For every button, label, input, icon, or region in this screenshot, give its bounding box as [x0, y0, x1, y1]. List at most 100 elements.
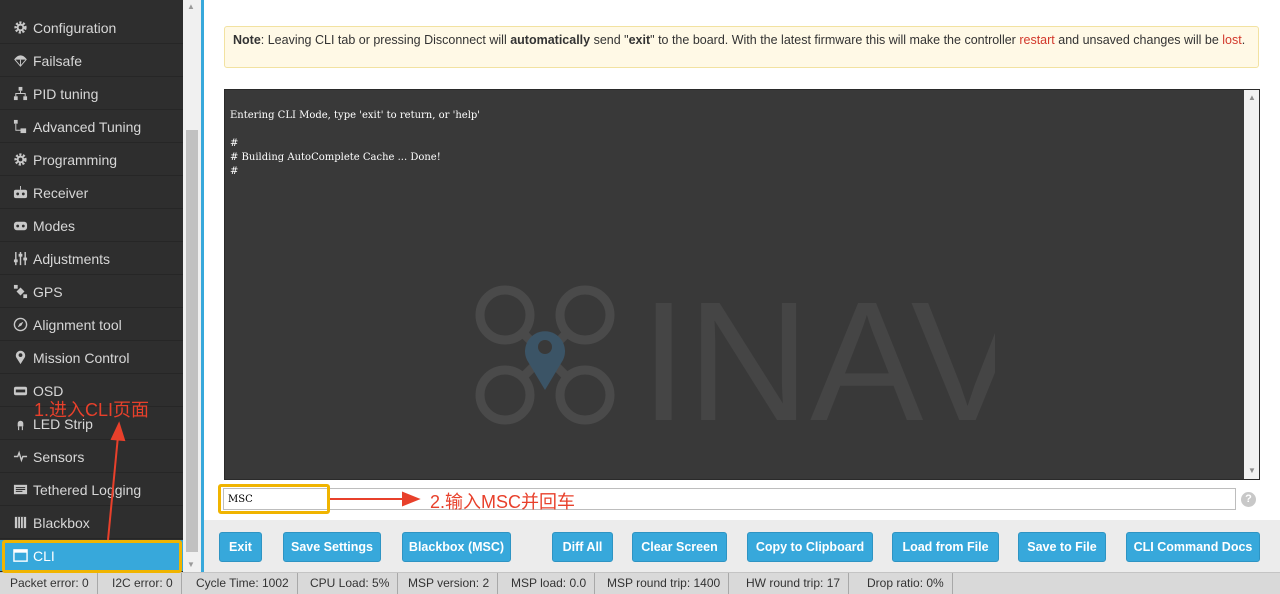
note-text: : Leaving CLI tab or pressing Disconnect…	[260, 33, 511, 47]
sidebar-item-label: Blackbox	[33, 514, 90, 531]
cli-output-window[interactable]: INAV Entering CLI Mode, type 'exit' to r…	[224, 89, 1260, 480]
sidebar-item-label: Receiver	[33, 184, 89, 201]
cli-output-line	[230, 123, 480, 137]
sidebar-item-label: GPS	[33, 283, 63, 300]
cli-output-text: Entering CLI Mode, type 'exit' to return…	[230, 109, 480, 179]
modes-icon	[12, 217, 29, 234]
map-pin-icon	[12, 349, 29, 366]
sidebar-item-label: Tethered Logging	[33, 481, 142, 498]
cli-scrollbar[interactable]: ▲ ▼	[1244, 90, 1259, 479]
sidebar-item-label: Modes	[33, 217, 76, 234]
status-cycle-time: Cycle Time: 1002	[188, 573, 298, 594]
status-drop-ratio: Drop ratio: 0%	[859, 573, 953, 594]
status-msp-version: MSP version: 2	[400, 573, 499, 594]
scroll-up-arrow-icon[interactable]: ▲	[187, 2, 195, 11]
copy-to-clipboard-button[interactable]: Copy to Clipboard	[747, 532, 873, 562]
note-warning-text: restart	[1019, 33, 1055, 47]
note-text: send "	[590, 33, 629, 47]
cli-output-line: #	[230, 166, 239, 177]
sidebar: Configuration Failsafe PID tuning Advanc…	[0, 0, 183, 572]
gear-icon	[12, 19, 29, 36]
advanced-tuning-icon	[12, 118, 29, 135]
sidebar-item-pid-tuning[interactable]: PID tuning	[0, 78, 183, 110]
sidebar-scroll-thumb[interactable]	[186, 130, 198, 552]
clear-screen-button[interactable]: Clear Screen	[632, 532, 727, 562]
note-text: .	[1241, 33, 1246, 47]
sidebar-item-tethered-logging[interactable]: Tethered Logging	[0, 474, 183, 506]
sidebar-item-blackbox[interactable]: Blackbox	[0, 507, 183, 539]
sidebar-item-label: Alignment tool	[33, 316, 122, 333]
satellite-icon	[12, 283, 29, 300]
sidebar-item-label: Advanced Tuning	[33, 118, 142, 135]
tab-divider	[201, 0, 204, 572]
compass-icon	[12, 316, 29, 333]
led-icon	[12, 415, 29, 432]
cli-icon	[12, 547, 29, 564]
pid-icon	[12, 85, 29, 102]
note-warning-text: lost	[1222, 33, 1242, 47]
scroll-down-arrow-icon[interactable]: ▼	[187, 560, 195, 569]
note-text: " to the board. With the latest firmware…	[650, 33, 1020, 47]
load-from-file-button[interactable]: Load from File	[892, 532, 999, 562]
sidebar-item-advanced-tuning[interactable]: Advanced Tuning	[0, 111, 183, 143]
sidebar-scrollbar[interactable]: ▲ ▼	[183, 0, 201, 572]
scroll-down-arrow-icon[interactable]: ▼	[1248, 466, 1256, 475]
sidebar-item-label: CLI	[33, 547, 55, 564]
sidebar-item-configuration[interactable]: Configuration	[0, 12, 183, 44]
status-hw-round-trip: HW round trip: 17	[738, 573, 850, 594]
status-msp-round-trip: MSP round trip: 1400	[599, 573, 730, 594]
cli-note: Note: Leaving CLI tab or pressing Discon…	[224, 26, 1259, 68]
sliders-icon	[12, 250, 29, 267]
exit-button[interactable]: Exit	[219, 532, 262, 562]
status-cpu-load: CPU Load: 5%	[302, 573, 399, 594]
cli-output-line: Entering CLI Mode, type 'exit' to return…	[230, 110, 481, 121]
status-packet-error: Packet error: 0	[2, 573, 98, 594]
status-i2c-error: I2C error: 0	[104, 573, 182, 594]
blackbox-icon	[12, 514, 29, 531]
sidebar-item-cli[interactable]: CLI	[0, 540, 183, 572]
diff-all-button[interactable]: Diff All	[552, 532, 613, 562]
sidebar-item-programming[interactable]: Programming	[0, 144, 183, 176]
receiver-icon	[12, 184, 29, 201]
save-settings-button[interactable]: Save Settings	[283, 532, 381, 562]
cli-output-line: # Building AutoComplete Cache ... Done!	[230, 152, 441, 163]
note-label: Note	[233, 33, 261, 47]
watermark-text: INAV	[640, 285, 995, 445]
sidebar-item-alignment-tool[interactable]: Alignment tool	[0, 309, 183, 341]
logging-icon	[12, 481, 29, 498]
osd-icon	[12, 382, 29, 399]
sidebar-item-label: Sensors	[33, 448, 85, 465]
note-text: and unsaved changes will be	[1054, 33, 1223, 47]
cli-toolbar: Exit Save Settings Blackbox (MSC) Diff A…	[204, 520, 1280, 572]
sidebar-item-label: Failsafe	[33, 52, 83, 69]
scroll-up-arrow-icon[interactable]: ▲	[1248, 93, 1256, 102]
sidebar-item-label: Programming	[33, 151, 118, 168]
sidebar-item-label: Adjustments	[33, 250, 111, 267]
annotation-step1: 1.进入CLI页面	[34, 400, 150, 420]
parachute-icon	[12, 52, 29, 69]
cli-command-docs-button[interactable]: CLI Command Docs	[1126, 532, 1260, 562]
cli-command-input[interactable]	[223, 488, 1236, 510]
sidebar-item-failsafe[interactable]: Failsafe	[0, 45, 183, 77]
cli-output-line: #	[230, 138, 239, 149]
inav-watermark-logo: INAV	[475, 285, 995, 445]
sidebar-item-modes[interactable]: Modes	[0, 210, 183, 242]
sidebar-item-sensors[interactable]: Sensors	[0, 441, 183, 473]
annotation-step2: 2.输入MSC并回车	[430, 492, 576, 512]
sidebar-item-label: Configuration	[33, 19, 117, 36]
status-bar: Packet error: 0 I2C error: 0 Cycle Time:…	[0, 572, 1280, 594]
sidebar-item-label: PID tuning	[33, 85, 99, 102]
sidebar-item-mission-control[interactable]: Mission Control	[0, 342, 183, 374]
sidebar-item-adjustments[interactable]: Adjustments	[0, 243, 183, 275]
blackbox-msc-button[interactable]: Blackbox (MSC)	[402, 532, 511, 562]
note-emphasis: exit	[628, 33, 651, 47]
status-msp-load: MSP load: 0.0	[503, 573, 596, 594]
pulse-icon	[12, 448, 29, 465]
sidebar-item-receiver[interactable]: Receiver	[0, 177, 183, 209]
gear-icon	[12, 151, 29, 168]
help-icon[interactable]: ?	[1241, 492, 1256, 507]
sidebar-item-label: Mission Control	[33, 349, 130, 366]
note-emphasis: automatically	[510, 33, 591, 47]
save-to-file-button[interactable]: Save to File	[1018, 532, 1106, 562]
sidebar-item-gps[interactable]: GPS	[0, 276, 183, 308]
